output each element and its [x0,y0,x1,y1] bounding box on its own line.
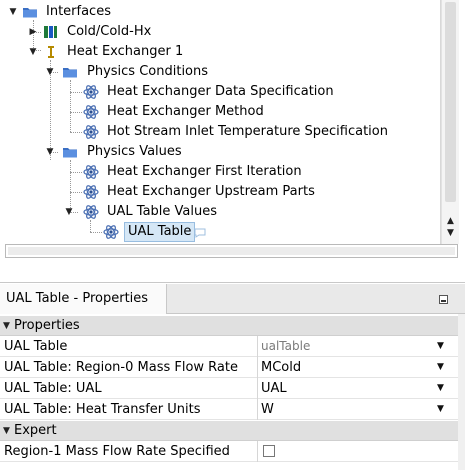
folder-icon [62,144,78,160]
property-name: Region-1 Mass Flow Rate Specified [4,444,230,459]
property-row[interactable]: Region-1 Mass Flow Rate Specified [0,441,458,462]
column-divider [257,378,258,399]
properties-panel: UAL Table - Properties ▼ Properties UAL … [0,282,465,470]
dropdown-arrow-icon[interactable]: ▼ [437,357,444,378]
tree-node-label: Heat Exchanger 1 [67,44,184,59]
tree-node-interfaces[interactable]: ▼ Interfaces [0,2,440,22]
scroll-up-arrow-icon[interactable]: ▲ [442,215,459,227]
tree-node-label-selected: UAL Table [124,222,196,242]
property-value[interactable]: UAL [261,378,431,399]
tree-node-cold-cold-hx[interactable]: ▶ Cold/Cold-Hx [0,22,440,42]
folder-icon [22,4,38,20]
property-row[interactable]: UAL Table ualTable ▼ [0,336,458,357]
scroll-down-arrow-icon[interactable]: ▼ [442,227,459,239]
checkbox[interactable] [263,445,275,457]
property-row[interactable]: UAL Table: Heat Transfer Units W ▼ [0,399,458,420]
tree-node-label: Heat Exchanger Method [107,104,264,119]
physics-atom-icon [83,124,99,140]
tree-node-label: Heat Exchanger Data Specification [107,84,334,99]
tree-node-heat-exchanger-1[interactable]: ▼ Heat Exchanger 1 [0,42,440,62]
tree-node-heat-exchanger-first-iteration[interactable]: Heat Exchanger First Iteration [0,162,440,182]
property-name: UAL Table: Heat Transfer Units [4,402,201,417]
column-divider [257,399,258,420]
tree-node-label: UAL Table Values [107,204,218,219]
dropdown-arrow-icon[interactable]: ▼ [437,399,444,420]
column-divider [257,357,258,378]
collapse-arrow-icon[interactable]: ▼ [3,421,10,441]
tree-node-label: Physics Values [87,144,182,159]
property-name: UAL Table: UAL [4,381,102,396]
physics-atom-icon [103,224,119,240]
folder-icon [62,64,78,80]
tree-node-heat-exchanger-upstream-parts[interactable]: Heat Exchanger Upstream Parts [0,182,440,202]
collapse-arrow-icon[interactable]: ▼ [3,316,10,336]
expand-toggle[interactable]: ▼ [7,2,19,22]
property-row[interactable]: UAL Table: UAL UAL ▼ [0,378,458,399]
tree-vertical-scrollbar[interactable]: ▲ ▼ [441,0,459,244]
collapse-toggle[interactable]: ▶ [27,22,39,42]
expand-toggle[interactable]: ▼ [27,42,39,62]
physics-atom-icon [83,84,99,100]
panel-divider[interactable] [0,282,465,283]
comment-icon [194,226,206,238]
tree-node-label: Physics Conditions [87,64,209,79]
column-divider [257,441,258,462]
tree-node-label: Hot Stream Inlet Temperature Specificati… [107,124,388,139]
property-value[interactable]: ualTable [261,336,431,357]
section-title: Properties [14,318,80,333]
section-properties[interactable]: ▼ Properties [0,316,465,336]
scrollbar-thumb[interactable] [445,2,456,202]
tree-node-hot-stream-inlet-temperature-specification[interactable]: Hot Stream Inlet Temperature Specificati… [0,122,440,142]
physics-atom-icon [83,164,99,180]
tree-node-heat-exchanger-method[interactable]: Heat Exchanger Method [0,102,440,122]
interface-icon [43,24,59,40]
tree-node-ual-table[interactable]: UAL Table [0,222,440,242]
physics-atom-icon [83,184,99,200]
expand-toggle[interactable]: ▼ [44,62,56,82]
tree-node-label: Cold/Cold-Hx [67,24,152,39]
tree-node-physics-conditions[interactable]: ▼ Physics Conditions [0,62,440,82]
property-name: UAL Table [4,339,68,354]
expand-toggle[interactable]: ▼ [44,142,56,162]
tree-node-label: Interfaces [46,4,111,19]
minimize-icon[interactable] [439,295,448,304]
tree-node-ual-table-values[interactable]: ▼ UAL Table Values [0,202,440,222]
properties-scroll-gutter [458,314,465,470]
tree-node-heat-exchanger-data-specification[interactable]: Heat Exchanger Data Specification [0,82,440,102]
property-value[interactable]: MCold [261,357,431,378]
section-expert[interactable]: ▼ Expert [0,421,465,441]
properties-tab[interactable]: UAL Table - Properties [0,284,167,314]
tree-horizontal-scrollbar[interactable] [5,244,458,258]
physics-atom-icon [83,204,99,220]
column-divider [257,336,258,357]
tab-bar [167,284,465,314]
tree-node-physics-values[interactable]: ▼ Physics Values [0,142,440,162]
property-value[interactable]: W [261,399,431,420]
section-title: Expert [14,423,57,438]
property-row[interactable]: UAL Table: Region-0 Mass Flow Rate MCold… [0,357,458,378]
tree-node-label: Heat Exchanger Upstream Parts [107,184,315,199]
heat-exchanger-icon [43,44,59,60]
dropdown-arrow-icon[interactable]: ▼ [437,378,444,399]
simulation-tree[interactable]: ▼ Interfaces ▶ Cold/Cold-Hx ▼ Heat Excha… [0,0,465,244]
scrollbar-thumb[interactable] [8,247,455,255]
dropdown-arrow-icon[interactable]: ▼ [437,336,444,357]
expand-toggle[interactable]: ▼ [63,202,75,222]
property-name: UAL Table: Region-0 Mass Flow Rate [4,360,238,375]
tree-node-label: Heat Exchanger First Iteration [107,164,302,179]
physics-atom-icon [83,104,99,120]
